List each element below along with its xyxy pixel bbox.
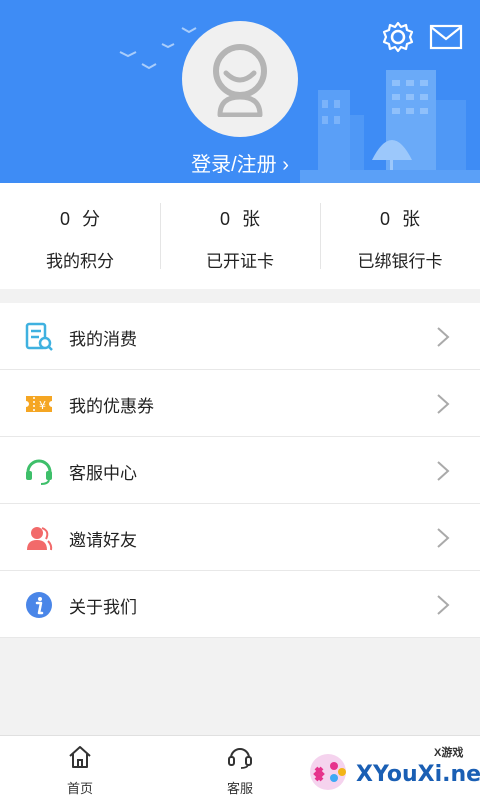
stat-value: 0 — [59, 209, 70, 229]
chevron-right-icon: › — [282, 154, 289, 176]
menu-item-label: 客服中心 — [69, 464, 137, 483]
chevron-right-icon — [437, 595, 450, 615]
stat-bank-cards[interactable]: 0张 已绑银行卡 — [320, 183, 480, 289]
stats-bar: 0分 我的积分 0张 已开证卡 0张 已绑银行卡 — [0, 183, 480, 289]
menu-item-label: 我的消费 — [69, 330, 137, 349]
receipt-search-icon — [25, 322, 53, 351]
home-icon — [69, 746, 91, 768]
nav-label: 首页 — [66, 781, 93, 796]
headset-icon — [26, 459, 52, 485]
menu-item-about[interactable]: 关于我们 — [0, 571, 480, 638]
menu-item-coupons[interactable]: ¥ 我的优惠券 — [0, 370, 480, 437]
gamepad-logo-icon — [310, 754, 346, 790]
watermark-text: XYouXi.net — [356, 762, 480, 787]
login-register-link[interactable]: 登录/注册 › — [0, 148, 480, 177]
stat-value: 0 — [379, 209, 390, 229]
stat-unit: 张 — [242, 209, 260, 229]
chevron-right-icon — [437, 461, 450, 481]
menu-item-invite[interactable]: 邀请好友 — [0, 504, 480, 571]
login-register-label: 登录/注册 — [191, 154, 277, 176]
menu-item-label: 邀请好友 — [69, 531, 137, 550]
stat-unit: 张 — [402, 209, 420, 229]
stat-label: 已绑银行卡 — [357, 252, 443, 271]
headset-icon — [228, 748, 252, 769]
stat-label: 已开证卡 — [206, 252, 274, 271]
default-avatar-icon — [213, 44, 267, 117]
menu-item-label: 关于我们 — [69, 598, 137, 617]
avatar[interactable] — [182, 21, 298, 137]
stat-value: 0 — [219, 209, 230, 229]
profile-header: 登录/注册 › — [0, 0, 480, 183]
mail-icon[interactable] — [429, 24, 463, 50]
stat-cards[interactable]: 0张 已开证卡 — [160, 183, 320, 289]
nav-label: 客服 — [226, 781, 253, 796]
info-icon — [26, 592, 52, 618]
menu-item-customer-service[interactable]: 客服中心 — [0, 437, 480, 504]
watermark: X游戏 XYouXi.net — [306, 740, 480, 800]
chevron-right-icon — [437, 394, 450, 414]
nav-item-home[interactable]: 首页 — [30, 736, 130, 800]
watermark-sub: X游戏 — [434, 747, 464, 759]
menu-item-consumption[interactable]: 我的消费 — [0, 303, 480, 370]
chevron-right-icon — [437, 528, 450, 548]
stat-points[interactable]: 0分 我的积分 — [0, 183, 160, 289]
coupon-icon: ¥ — [26, 396, 52, 412]
menu-list: 我的消费 ¥ 我的优惠券 客服中心 邀请好友 关于我们 — [0, 303, 480, 638]
invite-friend-icon — [27, 527, 53, 551]
chevron-right-icon — [437, 327, 450, 347]
stat-unit: 分 — [82, 209, 100, 229]
menu-item-label: 我的优惠券 — [69, 397, 154, 416]
gear-icon[interactable] — [381, 20, 415, 54]
nav-item-service[interactable]: 客服 — [190, 736, 290, 800]
stat-label: 我的积分 — [46, 252, 114, 271]
svg-text:¥: ¥ — [39, 399, 46, 412]
